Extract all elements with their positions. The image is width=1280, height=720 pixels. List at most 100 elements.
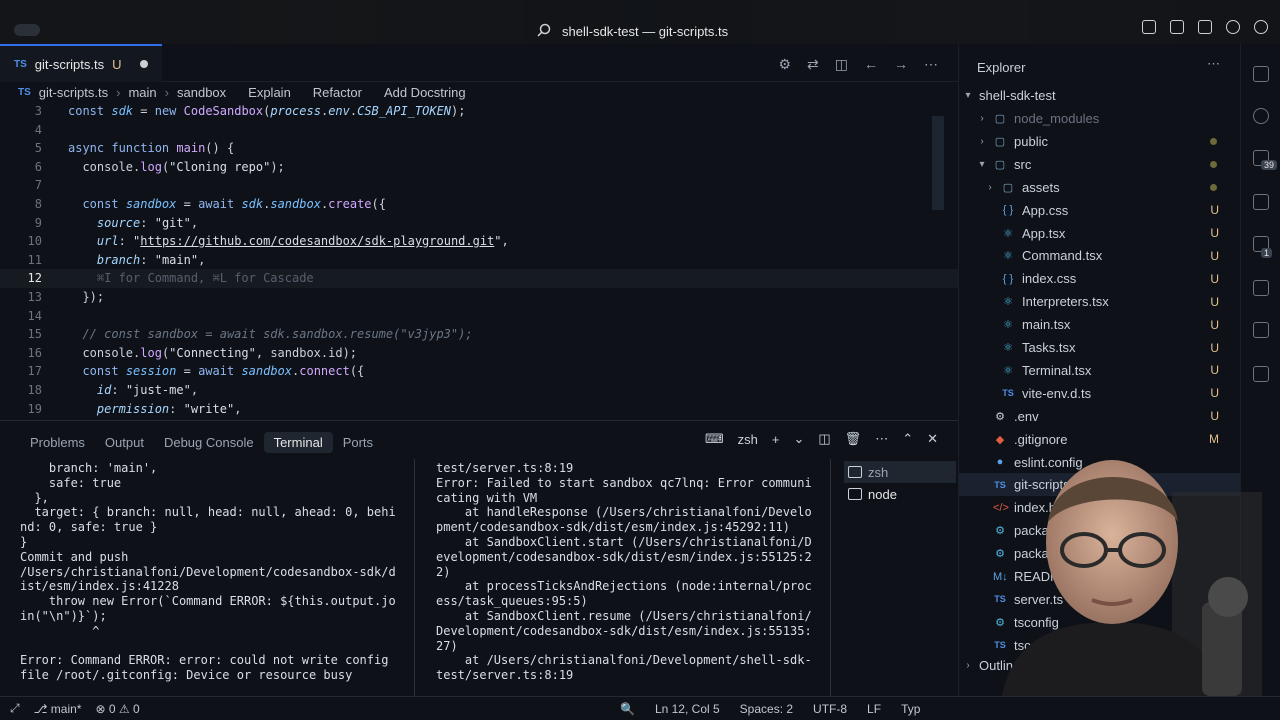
editor-scrollbar[interactable] xyxy=(932,116,944,210)
language-mode[interactable]: Typ xyxy=(901,702,920,716)
terminal-line: cating with VM xyxy=(436,490,538,505)
panel-icon[interactable] xyxy=(1253,366,1269,382)
split-terminal-icon[interactable]: ◫ xyxy=(818,431,830,447)
tree-item-terminal-tsx[interactable]: ⚛ Terminal.tsx U xyxy=(959,359,1240,382)
window-title: shell-sdk-test — git-scripts.ts xyxy=(562,23,729,39)
git-status-badge: U xyxy=(1210,340,1219,355)
chevron-down-icon[interactable]: ⌄ xyxy=(793,431,804,447)
command-center[interactable]: shell-sdk-test — git-scripts.ts xyxy=(536,20,728,42)
terminal-line: at handleResponse (/Users/christianalfon… xyxy=(436,505,812,520)
back-arrow-icon[interactable]: ← xyxy=(864,56,878,73)
cursor-position[interactable]: Ln 12, Col 5 xyxy=(655,702,720,716)
tab-output[interactable]: Output xyxy=(95,432,154,453)
remote-icon[interactable] xyxy=(1253,280,1269,296)
problems-indicator[interactable]: ⊗ 0 ⚠ 0 xyxy=(95,702,139,716)
toggle-secondary-sidebar-icon[interactable] xyxy=(1198,20,1212,34)
accounts-icon[interactable] xyxy=(1226,20,1240,34)
terminal-right[interactable]: test/server.ts:8:19 Error: Failed to star… xyxy=(436,461,812,683)
editor-tab-git-scripts[interactable]: TS git-scripts.ts U xyxy=(0,44,162,82)
search-icon[interactable] xyxy=(1253,108,1269,124)
tree-item-label: assets xyxy=(1022,179,1060,195)
terminal-line: ist/esm/index.js:41228 xyxy=(20,579,179,594)
terminal-item-zsh[interactable]: zsh xyxy=(844,461,956,483)
terminal-line: ^ xyxy=(20,623,100,638)
split-editor-icon[interactable]: ◫ xyxy=(835,56,848,73)
tree-item-src[interactable]: ▾ ▢ src xyxy=(959,153,1240,176)
tree-item-app-tsx[interactable]: ⚛ App.tsx U xyxy=(959,222,1240,245)
chevron-right-icon: › xyxy=(980,135,984,147)
tree-item-assets[interactable]: › ▢ assets xyxy=(959,176,1240,199)
more-icon[interactable]: ⋯ xyxy=(1207,56,1220,72)
tree-item-index-css[interactable]: { } index.css U xyxy=(959,267,1240,290)
tree-item-public[interactable]: › ▢ public xyxy=(959,130,1240,153)
tab-terminal[interactable]: Terminal xyxy=(263,431,333,453)
branch-indicator[interactable]: ⎇ main* xyxy=(34,702,82,716)
breadcrumb-function[interactable]: main xyxy=(128,85,156,100)
tree-item-node-modules[interactable]: › ▢ node_modules xyxy=(959,107,1240,130)
files-icon[interactable] xyxy=(1253,66,1269,82)
remote-indicator-icon[interactable]: ⤢ xyxy=(10,701,20,716)
tab-debug-console[interactable]: Debug Console xyxy=(154,432,264,453)
breadcrumb-variable[interactable]: sandbox xyxy=(177,85,226,100)
terminal-line: /Users/christianalfoni/Development/codes… xyxy=(20,564,396,579)
tree-item-tasks-tsx[interactable]: ⚛ Tasks.tsx U xyxy=(959,336,1240,359)
folder-icon: ▢ xyxy=(994,135,1006,148)
tree-item-app-css[interactable]: { } App.css U xyxy=(959,199,1240,222)
tree-item-label: Interpreters.tsx xyxy=(1022,294,1109,310)
terminal-split-divider[interactable] xyxy=(414,459,415,697)
forward-arrow-icon[interactable]: → xyxy=(894,56,908,73)
traffic-lights[interactable] xyxy=(14,24,40,36)
code-editor[interactable]: 3 const sdk = new CodeSandbox(process.env… xyxy=(0,102,958,420)
new-terminal-icon[interactable]: + xyxy=(772,432,780,447)
run-debug-icon[interactable] xyxy=(1253,194,1269,210)
tab-ports[interactable]: Ports xyxy=(333,432,383,453)
unsaved-dot-icon[interactable] xyxy=(139,60,148,68)
tree-item-label: App.tsx xyxy=(1022,225,1066,241)
chevron-down-icon: ▾ xyxy=(979,158,985,170)
terminal-line: nd: 0, safe: true } xyxy=(20,520,158,535)
css-file-icon: { } xyxy=(1002,204,1014,217)
tree-item-vite-env-d-ts[interactable]: TS vite-env.d.ts U xyxy=(959,382,1240,405)
folder-open-icon: ▢ xyxy=(994,158,1006,171)
shell-selector[interactable]: zsh xyxy=(738,432,758,447)
cascade-hint: ⌘I for Command, ⌘L for Cascade xyxy=(96,271,314,286)
terminal-line: }, xyxy=(20,490,49,505)
chevron-up-icon[interactable]: ⌃ xyxy=(902,431,913,447)
terminal-left[interactable]: branch: 'main', safe: true }, target: { … xyxy=(20,461,396,683)
terminal-list-divider[interactable] xyxy=(830,459,831,697)
tree-root[interactable]: ▾ shell-sdk-test xyxy=(959,84,1240,107)
compare-icon[interactable]: ⇄ xyxy=(807,56,819,73)
terminal-item-node[interactable]: node xyxy=(844,483,956,505)
zoom-icon[interactable]: 🔍 xyxy=(620,702,635,716)
chevron-right-icon: › xyxy=(164,84,169,100)
tree-item--env[interactable]: ⚙ .env U xyxy=(959,405,1240,428)
cascade-icon[interactable] xyxy=(1253,322,1269,338)
encoding[interactable]: UTF-8 xyxy=(813,702,847,716)
line-ending[interactable]: LF xyxy=(867,702,881,716)
code-line: 7 xyxy=(34,178,42,193)
terminal-line: Error: Failed to start sandbox qc7lnq: E… xyxy=(436,475,812,490)
more-icon[interactable]: ⋯ xyxy=(875,431,888,447)
more-icon[interactable]: ⋯ xyxy=(924,56,938,73)
layout-icon[interactable] xyxy=(1142,20,1156,34)
tree-item-label: src xyxy=(1014,156,1032,172)
editor-tab-bar: TS git-scripts.ts U ⚙ ⇄ ◫ ← → ⋯ xyxy=(0,44,958,82)
codelens-refactor[interactable]: Refactor xyxy=(313,85,362,100)
css-file-icon: { } xyxy=(1002,272,1014,285)
settings-icon[interactable] xyxy=(1254,20,1268,34)
codelens-explain[interactable]: Explain xyxy=(248,85,291,100)
tree-item-interpreters-tsx[interactable]: ⚛ Interpreters.tsx U xyxy=(959,290,1240,313)
tree-item-main-tsx[interactable]: ⚛ main.tsx U xyxy=(959,313,1240,336)
chevron-down-icon: ▾ xyxy=(965,90,971,101)
codelens-add-docstring[interactable]: Add Docstring xyxy=(384,85,466,100)
trash-icon[interactable]: 🗑 xyxy=(845,431,862,447)
folder-icon: ▢ xyxy=(994,113,1006,125)
indentation[interactable]: Spaces: 2 xyxy=(740,702,793,716)
tab-problems[interactable]: Problems xyxy=(20,432,95,453)
terminal-line: branch: 'main', xyxy=(20,461,158,475)
close-icon[interactable]: ✕ xyxy=(927,431,938,447)
tree-item-command-tsx[interactable]: ⚛ Command.tsx U xyxy=(959,244,1240,267)
breadcrumb-file[interactable]: git-scripts.ts xyxy=(39,85,108,100)
toggle-primary-sidebar-icon[interactable] xyxy=(1170,20,1184,34)
gear-icon[interactable]: ⚙ xyxy=(778,56,791,73)
